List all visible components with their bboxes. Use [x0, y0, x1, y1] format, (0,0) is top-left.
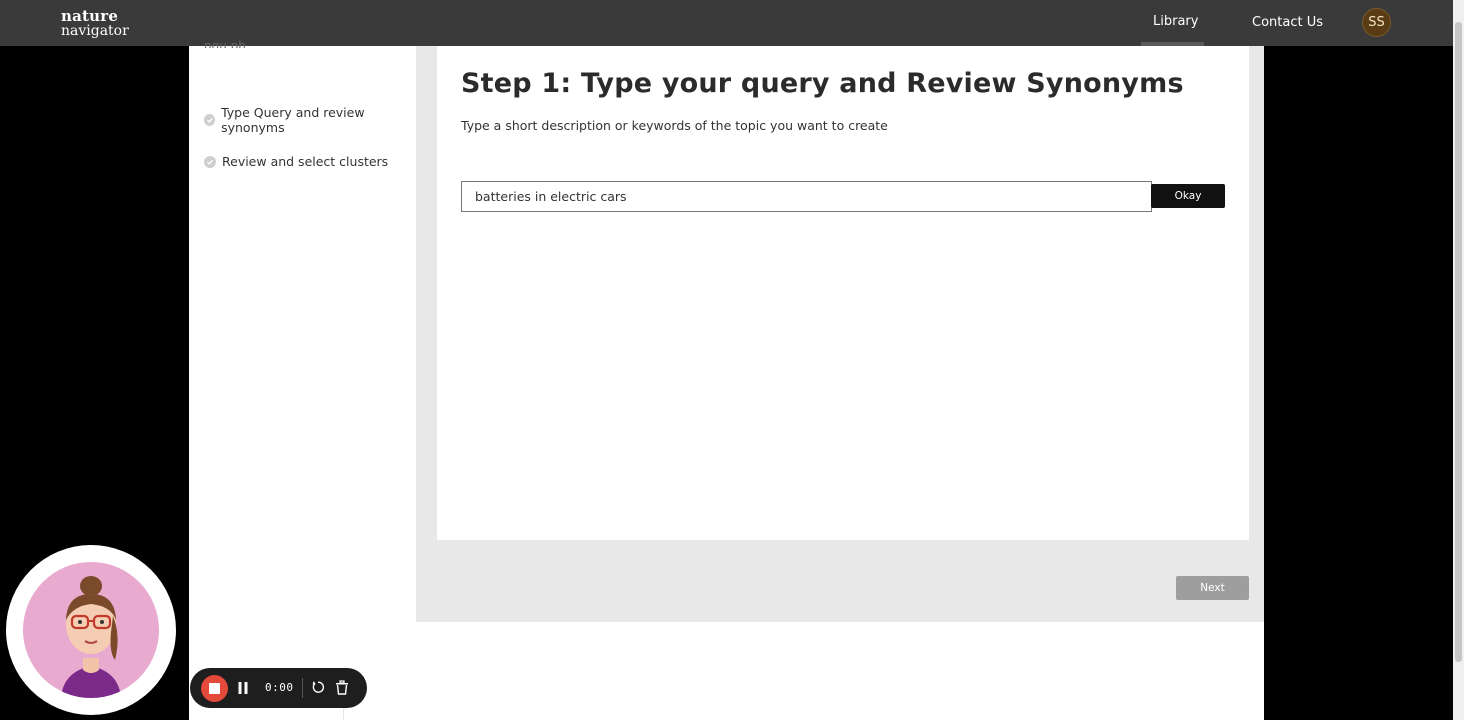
assistant-avatar[interactable] [6, 545, 176, 715]
sidebar-step-label: Type Query and review synonyms [221, 105, 365, 135]
content-footer-area [416, 622, 1264, 720]
step-description: Type a short description or keywords of … [461, 118, 888, 133]
steps-sidebar: ngu ph Type Query and review synonyms Re… [189, 40, 416, 720]
recording-timer: 0:00 [265, 681, 294, 694]
sidebar-step-review-clusters[interactable]: Review and select clusters [204, 154, 388, 169]
nature-navigator-logo[interactable]: nature navigator [61, 8, 129, 39]
step-title: Step 1: Type your query and Review Synon… [461, 68, 1184, 99]
nav-contact-link[interactable]: Contact Us [1252, 15, 1323, 30]
logo-line-2: navigator [61, 23, 129, 39]
check-circle-icon [204, 114, 216, 126]
pause-icon[interactable] [238, 681, 248, 695]
main-content-area: Step 1: Type your query and Review Synon… [416, 46, 1264, 622]
okay-button[interactable]: Okay [1151, 184, 1225, 208]
recorder-divider [302, 678, 303, 698]
next-button[interactable]: Next [1176, 576, 1249, 600]
sidebar-clipped-heading: ngu ph [204, 40, 246, 48]
screen-recorder-bar: 0:00 [190, 668, 367, 708]
sidebar-step-label: Review and select clusters [222, 154, 389, 169]
stop-icon [209, 683, 220, 694]
sidebar-step-type-query[interactable]: Type Query and review synonyms [204, 105, 416, 135]
query-input[interactable] [461, 181, 1152, 212]
query-card: Step 1: Type your query and Review Synon… [437, 46, 1249, 540]
user-avatar[interactable]: SS [1362, 8, 1391, 37]
check-circle-icon [204, 155, 216, 168]
restart-icon[interactable] [311, 680, 325, 694]
trash-icon[interactable] [335, 680, 349, 695]
nav-library-link[interactable]: Library [1153, 14, 1198, 29]
stop-recording-button[interactable] [201, 675, 228, 702]
page-scrollbar-thumb[interactable] [1455, 22, 1462, 662]
assistant-character-icon [61, 576, 121, 698]
assistant-avatar-circle [23, 562, 159, 698]
